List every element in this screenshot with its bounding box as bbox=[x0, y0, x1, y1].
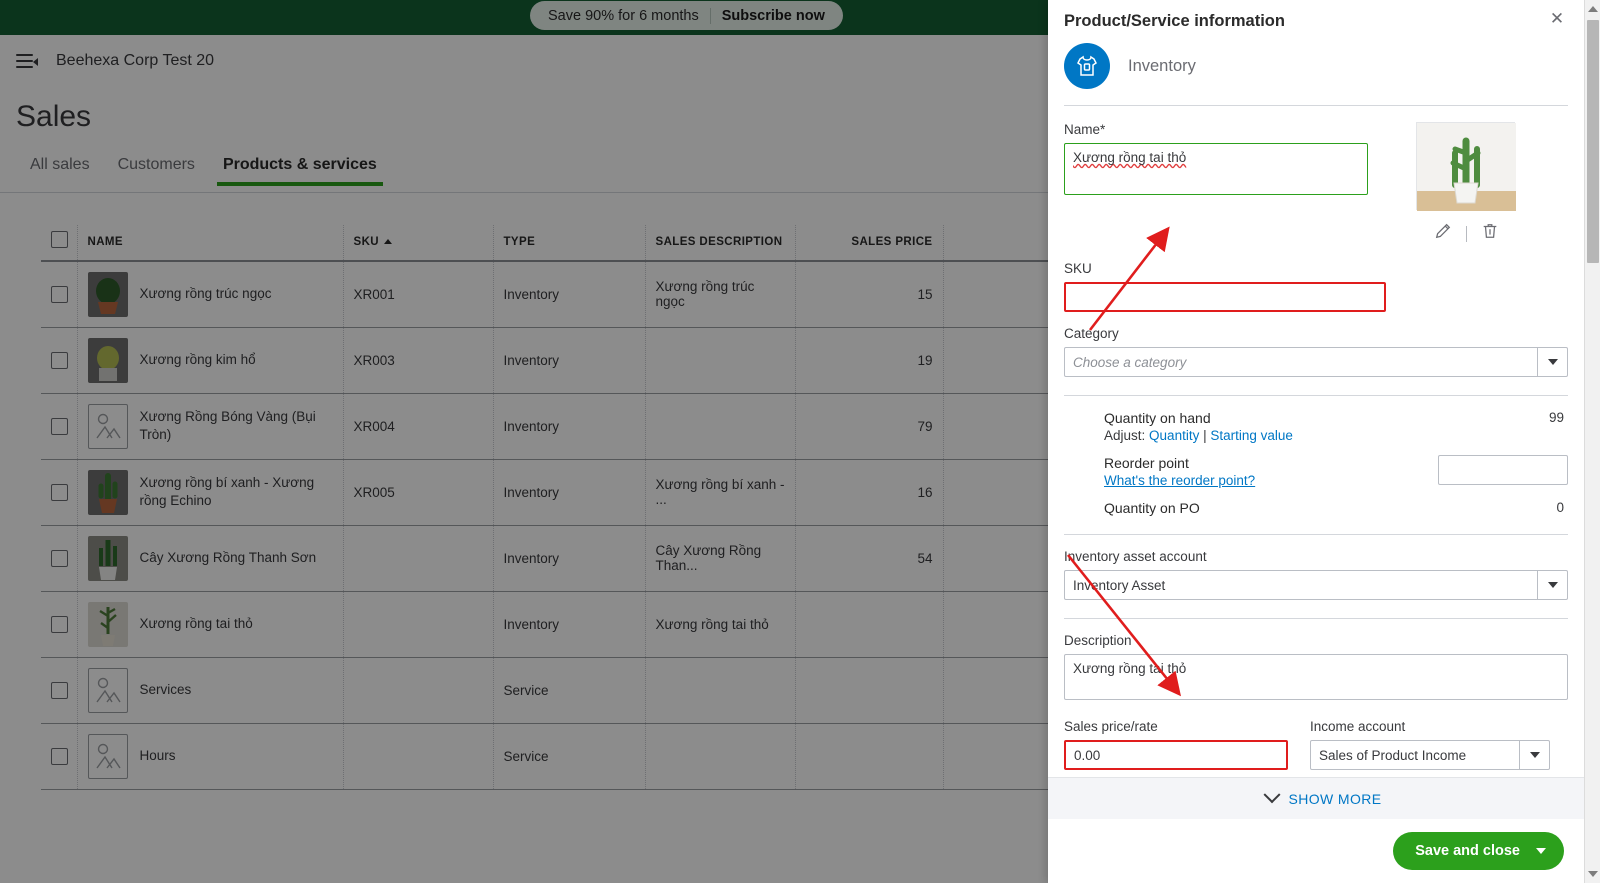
reorder-point-label: Reorder point bbox=[1104, 455, 1189, 471]
description-group: Description bbox=[1064, 633, 1568, 705]
sales-price-input[interactable] bbox=[1064, 740, 1288, 770]
trash-icon[interactable] bbox=[1481, 222, 1499, 245]
name-field-group: Name* bbox=[1064, 122, 1368, 200]
price-and-income-row: Sales price/rate Income account Sales of… bbox=[1064, 719, 1568, 770]
save-and-close-button[interactable]: Save and close bbox=[1393, 832, 1564, 870]
qty-on-po-label: Quantity on PO bbox=[1104, 500, 1200, 516]
qty-on-po-value: 0 bbox=[1556, 500, 1564, 515]
reorder-point-row: Reorder point What's the reorder point? bbox=[1104, 455, 1568, 488]
description-label: Description bbox=[1064, 633, 1132, 648]
scroll-down-arrow-icon[interactable] bbox=[1588, 871, 1598, 877]
panel-divider bbox=[1064, 618, 1568, 619]
sku-label: SKU bbox=[1064, 261, 1092, 276]
adjust-row: Adjust: Quantity | Starting value bbox=[1104, 428, 1528, 443]
sku-field-group: SKU bbox=[1064, 261, 1568, 312]
product-image[interactable] bbox=[1416, 122, 1516, 211]
tshirt-icon bbox=[1064, 43, 1110, 89]
chevron-down-icon[interactable] bbox=[1536, 848, 1546, 854]
category-field-group: Category Choose a category bbox=[1064, 326, 1568, 377]
chevron-down-icon[interactable] bbox=[1537, 348, 1567, 376]
sales-price-group: Sales price/rate bbox=[1064, 719, 1288, 770]
chevron-down-icon[interactable] bbox=[1537, 571, 1567, 599]
qty-on-po-row: Quantity on PO 0 bbox=[1104, 500, 1568, 516]
scroll-up-arrow-icon[interactable] bbox=[1588, 6, 1598, 12]
income-account-group: Income account Sales of Product Income bbox=[1310, 719, 1550, 770]
image-actions bbox=[1416, 222, 1516, 245]
asset-account-value: Inventory Asset bbox=[1073, 577, 1166, 593]
income-account-select[interactable]: Sales of Product Income bbox=[1310, 740, 1550, 770]
qty-on-hand-label: Quantity on hand bbox=[1104, 410, 1211, 426]
action-divider bbox=[1465, 225, 1467, 242]
income-account-label: Income account bbox=[1310, 719, 1406, 734]
qty-on-hand-row: Quantity on hand Adjust: Quantity | Star… bbox=[1104, 410, 1568, 443]
adjust-quantity-link[interactable]: Quantity bbox=[1149, 428, 1199, 443]
sales-price-label: Sales price/rate bbox=[1064, 719, 1158, 734]
save-and-close-label: Save and close bbox=[1415, 843, 1520, 859]
chevron-down-icon[interactable] bbox=[1519, 741, 1549, 769]
product-image-group bbox=[1416, 122, 1516, 245]
asset-account-group: Inventory asset account Inventory Asset bbox=[1064, 549, 1568, 600]
category-value: Choose a category bbox=[1073, 354, 1187, 370]
show-more-button[interactable]: SHOW MORE bbox=[1048, 777, 1600, 819]
name-input[interactable] bbox=[1064, 143, 1368, 195]
income-account-value: Sales of Product Income bbox=[1319, 747, 1467, 763]
product-service-panel: ✕ Product/Service information Inventory … bbox=[1048, 0, 1600, 883]
asset-account-select[interactable]: Inventory Asset bbox=[1064, 570, 1568, 600]
name-and-image-row: Name* bbox=[1064, 122, 1568, 245]
panel-divider bbox=[1064, 105, 1568, 106]
panel-footer: Save and close bbox=[1048, 819, 1600, 883]
reorder-point-help-link[interactable]: What's the reorder point? bbox=[1104, 473, 1255, 488]
reorder-point-input[interactable] bbox=[1438, 455, 1568, 485]
product-type-row: Inventory bbox=[1064, 41, 1568, 105]
scrollbar-thumb[interactable] bbox=[1587, 20, 1599, 263]
adjust-prefix: Adjust: bbox=[1104, 428, 1146, 443]
panel-title: Product/Service information bbox=[1064, 12, 1285, 30]
sku-input[interactable] bbox=[1064, 282, 1386, 312]
asset-account-label: Inventory asset account bbox=[1064, 549, 1207, 564]
panel-body: Product/Service information Inventory Na… bbox=[1048, 0, 1600, 777]
app-root: Save 90% for 6 months Subscribe now Beeh… bbox=[0, 0, 1600, 883]
close-icon[interactable]: ✕ bbox=[1548, 10, 1566, 28]
category-select[interactable]: Choose a category bbox=[1064, 347, 1568, 377]
panel-divider bbox=[1064, 395, 1568, 396]
name-label: Name* bbox=[1064, 122, 1106, 137]
pencil-icon[interactable] bbox=[1434, 222, 1452, 245]
chevron-down-icon bbox=[1263, 785, 1281, 803]
product-type-label: Inventory bbox=[1128, 56, 1196, 75]
show-more-label: SHOW MORE bbox=[1288, 790, 1382, 807]
panel-divider bbox=[1064, 534, 1568, 535]
qty-on-hand-value: 99 bbox=[1548, 410, 1564, 425]
panel-scrollbar[interactable] bbox=[1584, 0, 1600, 883]
adjust-starting-value-link[interactable]: Starting value bbox=[1210, 428, 1293, 443]
description-input[interactable] bbox=[1064, 654, 1568, 700]
category-label: Category bbox=[1064, 326, 1119, 341]
adjust-separator: | bbox=[1203, 428, 1207, 443]
inventory-quantities: Quantity on hand Adjust: Quantity | Star… bbox=[1064, 410, 1568, 516]
